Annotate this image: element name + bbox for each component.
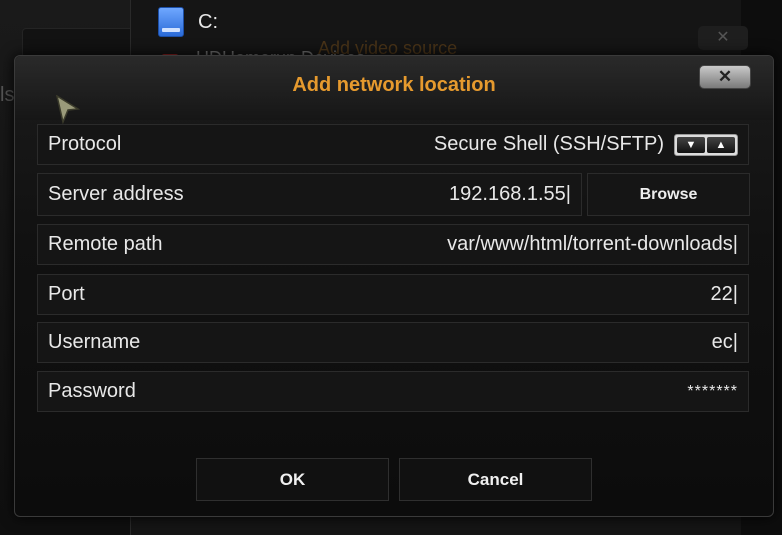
cancel-button[interactable]: Cancel: [399, 458, 592, 501]
ok-button[interactable]: OK: [196, 458, 389, 501]
port-value: 22|: [710, 283, 738, 305]
password-field[interactable]: Password *******: [37, 371, 749, 412]
dialog-title: Add network location: [292, 74, 496, 96]
username-value: ec|: [711, 331, 738, 353]
drive-c-item[interactable]: C:: [158, 6, 218, 38]
spinner-up-icon[interactable]: ▲: [707, 136, 735, 153]
spinner-down-icon[interactable]: ▼: [677, 136, 705, 153]
protocol-row[interactable]: Protocol Secure Shell (SSH/SFTP) ▼ ▲: [37, 124, 749, 165]
drive-c-label: C:: [198, 10, 218, 33]
server-address-field[interactable]: Server address 192.168.1.55|: [37, 173, 582, 216]
remote-path-value: var/www/html/torrent-downloads|: [447, 233, 738, 255]
port-label: Port: [48, 283, 85, 305]
password-value: *******: [687, 382, 738, 400]
mouse-pointer-icon: [56, 95, 80, 125]
server-address-value: 192.168.1.55|: [449, 183, 571, 205]
protocol-label: Protocol: [48, 133, 122, 155]
hard-drive-icon: [158, 7, 184, 37]
username-label: Username: [48, 331, 141, 353]
port-field[interactable]: Port 22|: [37, 274, 749, 315]
protocol-value-group: Secure Shell (SSH/SFTP) ▼ ▲: [434, 133, 748, 156]
server-address-label: Server address: [48, 183, 184, 205]
remote-path-label: Remote path: [48, 233, 163, 255]
username-field[interactable]: Username ec|: [37, 322, 749, 363]
remote-path-field[interactable]: Remote path var/www/html/torrent-downloa…: [37, 224, 749, 265]
background-close-button: ✕: [698, 26, 748, 50]
protocol-spinner: ▼ ▲: [674, 133, 738, 156]
protocol-value: Secure Shell (SSH/SFTP): [433, 133, 664, 155]
password-label: Password: [48, 380, 136, 402]
close-button[interactable]: ✕: [699, 65, 751, 89]
browse-button[interactable]: Browse: [587, 173, 750, 216]
background-left-text: ls: [0, 84, 15, 106]
